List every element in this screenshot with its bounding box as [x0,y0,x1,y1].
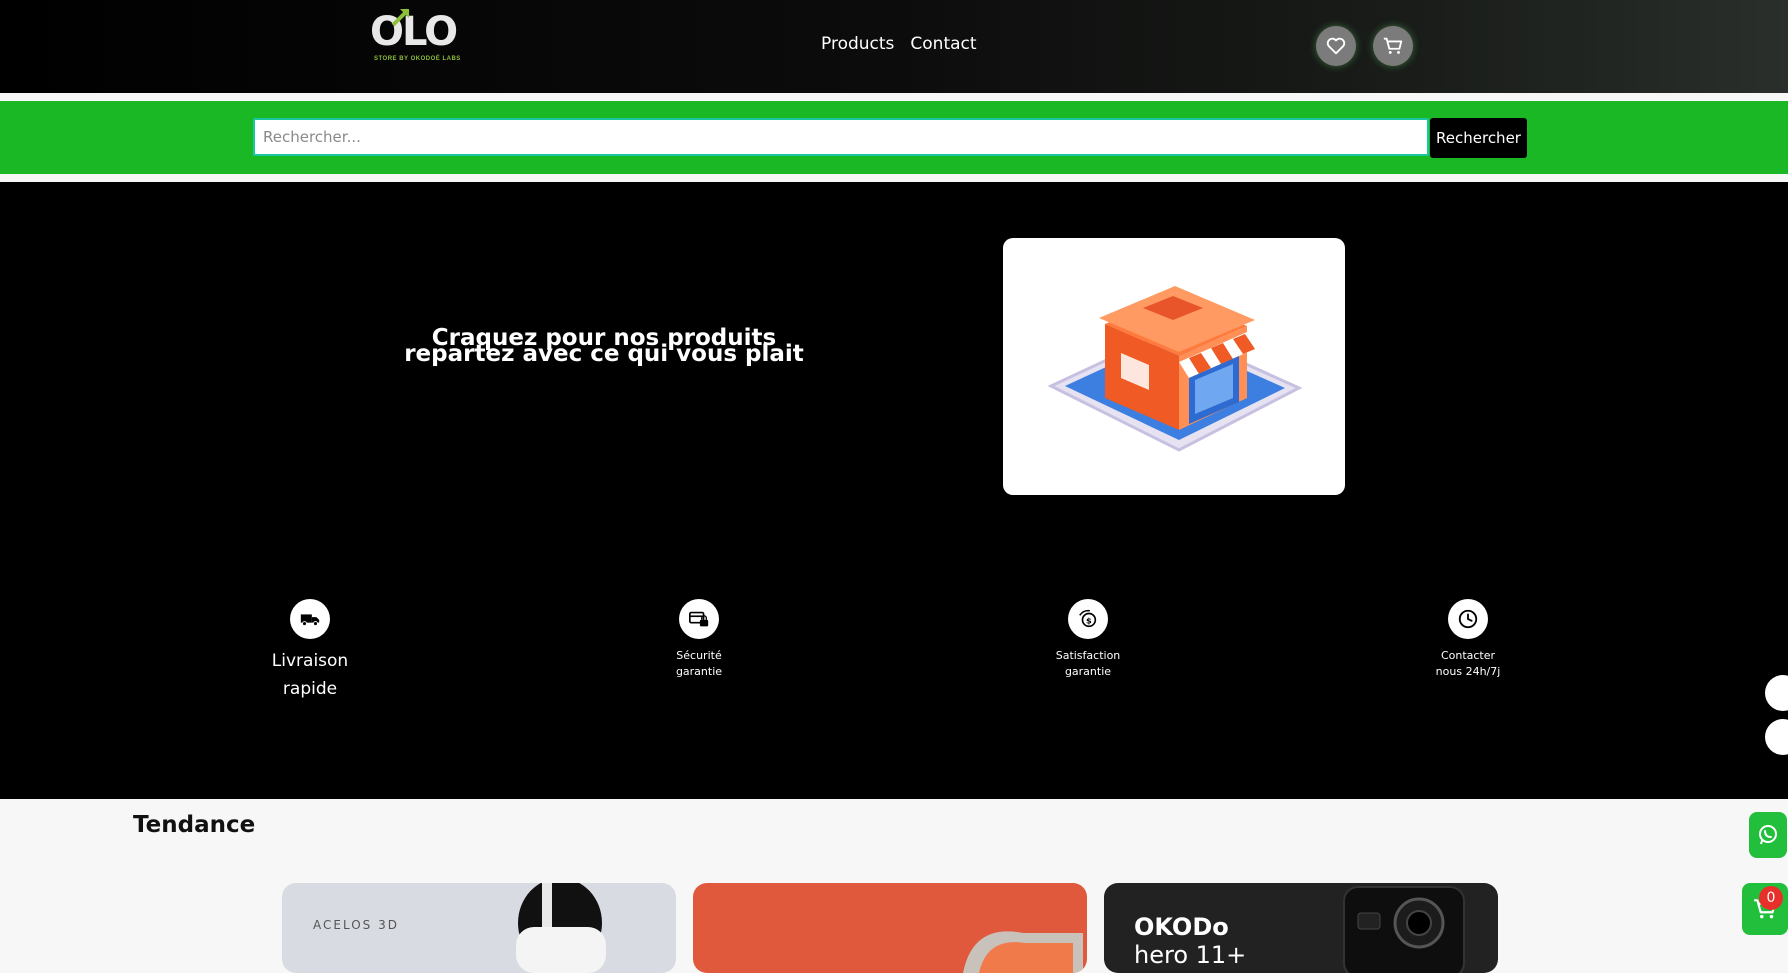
main-nav: Products Contact [821,34,977,54]
feature-security: Sécurité garantie [659,599,739,680]
trending-title: Tendance [133,812,256,838]
logo-text: OLO [370,9,458,55]
action-camera-image [1343,886,1465,973]
hero-image-card [1003,238,1345,495]
site-logo[interactable]: OLO STORE BY OKODOÉ LABS [370,6,460,66]
feature-satisfaction: $ Satisfaction garantie [1038,599,1138,680]
svg-text:$: $ [1086,616,1092,626]
feature-contact: Contacter nous 24h/7j [1418,599,1518,680]
product-card-camera[interactable]: OKODo hero 11+ [1104,883,1498,973]
nav-contact[interactable]: Contact [910,34,976,54]
nav-products[interactable]: Products [821,34,894,54]
feature-security-line1: Sécurité [676,649,722,662]
vr-headset-image [516,883,606,973]
cart-icon [1383,37,1403,54]
feature-delivery: Livraison rapide [270,599,350,703]
satisfaction-coin-icon: $ [1079,609,1097,628]
search-button[interactable]: Rechercher [1430,118,1527,158]
feature-delivery-line1: Livraison [271,651,349,671]
hero-title-line2: repartez avec ce qui vous plait [404,341,804,367]
feature-delivery-line2: rapide [282,679,338,699]
massage-chair-image [963,931,1083,973]
feature-security-line2: garantie [675,665,723,678]
shop-tablet-illustration [1047,286,1303,452]
site-header: OLO STORE BY OKODOÉ LABS Products Contac… [0,0,1788,93]
feature-satisfaction-line1: Satisfaction [1055,649,1121,662]
card-brand: ACELOS 3D [313,918,399,932]
product-card-vr[interactable]: ACELOS 3D [282,883,676,973]
hero-title: Craquez pour nos produits repartez avec … [404,327,804,367]
truck-icon [300,614,320,627]
feature-contact-line2: nous 24h/7j [1435,665,1501,678]
heart-icon [1326,37,1346,55]
logo-arrow-icon [391,8,410,27]
feature-contact-line1: Contacter [1440,649,1496,662]
wishlist-button[interactable] [1316,26,1356,66]
search-input[interactable] [253,118,1429,156]
hero-section: Craquez pour nos produits repartez avec … [0,182,1788,799]
cart-count-badge: 0 [1759,886,1783,910]
logo-tagline: STORE BY OKODOÉ LABS [374,56,461,62]
cart-button[interactable] [1373,26,1413,66]
card-model: hero 11+ [1134,941,1247,969]
card-brand: OKODo [1134,913,1229,941]
feature-satisfaction-line2: garantie [1064,665,1112,678]
product-card-chair[interactable] [693,883,1087,973]
clock-icon [1458,609,1478,629]
whatsapp-button[interactable] [1749,812,1787,858]
whatsapp-icon [1759,825,1777,845]
secure-payment-icon [689,611,709,627]
